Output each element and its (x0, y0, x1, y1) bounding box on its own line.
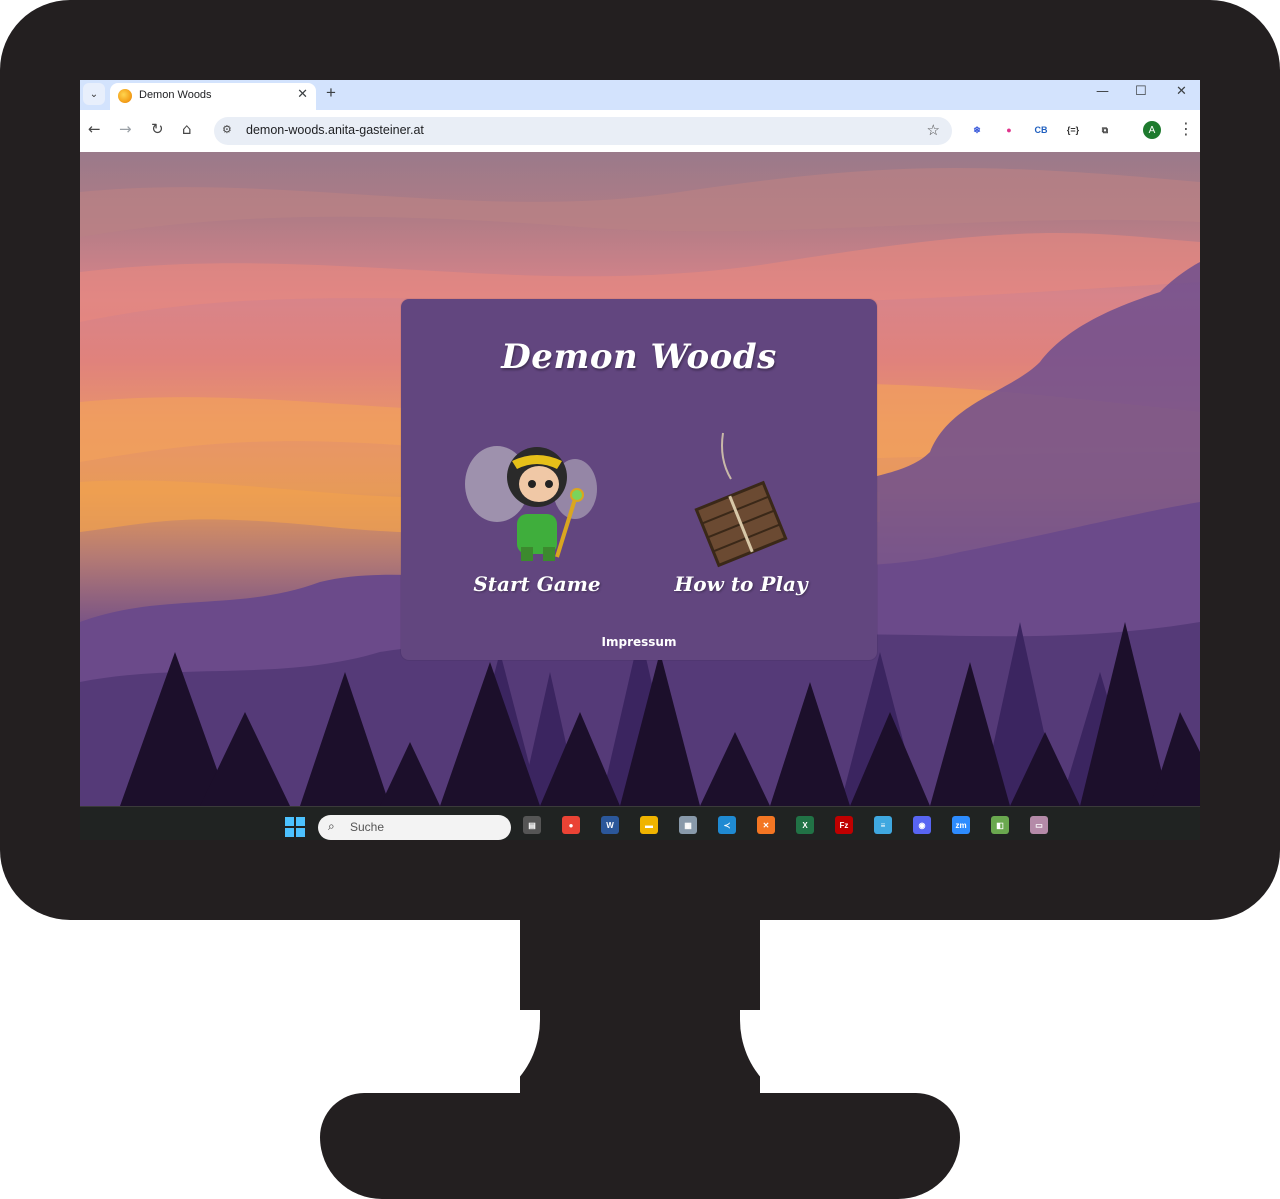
reload-button[interactable]: ↻ (151, 120, 164, 138)
windows-taskbar: ⌕ Suche ▤ ● W ▬ ▦ ≺ ✕ X Fz ≡ ◉ zm ◧ ▭ (80, 806, 1200, 840)
bookmark-star-icon[interactable]: ☆ (927, 121, 940, 139)
monitor-base (320, 1093, 960, 1199)
excel-icon[interactable]: X (796, 816, 814, 834)
maximize-button[interactable]: ☐ (1135, 84, 1147, 99)
tab-close-icon[interactable]: ✕ (297, 87, 308, 102)
file-explorer-icon[interactable]: ▬ (640, 816, 658, 834)
new-tab-button[interactable]: + (326, 83, 336, 103)
game-title: Demon Woods (501, 337, 777, 377)
how-to-play-label[interactable]: How to Play (661, 572, 821, 596)
how-to-play-button[interactable]: How to Play (661, 429, 821, 609)
crate-icon (694, 432, 788, 568)
filezilla-icon[interactable]: Fz (835, 816, 853, 834)
search-icon: ⌕ (328, 819, 335, 833)
tab-search-button[interactable]: ⌄ (83, 83, 105, 105)
ext-json-icon[interactable]: {=} (1065, 122, 1081, 138)
url-text[interactable]: demon-woods.anita-gasteiner.at (246, 123, 424, 137)
ext-snowflake-icon[interactable]: ❄ (969, 122, 985, 138)
minimize-button[interactable]: — (1096, 84, 1109, 99)
screen: ⌄ Demon Woods ✕ + — ☐ ✕ ← → ↻ ⌂ ⚙ demon-… (80, 80, 1200, 840)
notepad-icon[interactable]: ≡ (874, 816, 892, 834)
start-game-button[interactable]: Start Game (457, 429, 617, 609)
chrome-icon[interactable]: ● (562, 816, 580, 834)
vscode-icon[interactable]: ≺ (718, 816, 736, 834)
windows-start-icon[interactable] (285, 817, 305, 837)
browser-tabstrip: ⌄ Demon Woods ✕ + — ☐ ✕ (80, 80, 1200, 110)
zoom-icon[interactable]: zm (952, 816, 970, 834)
media-icon[interactable]: ▭ (1030, 816, 1048, 834)
address-bar[interactable]: ⚙ demon-woods.anita-gasteiner.at ☆ (214, 117, 952, 145)
word-icon[interactable]: W (601, 816, 619, 834)
close-window-button[interactable]: ✕ (1176, 84, 1187, 99)
monitor-neck (520, 900, 760, 1110)
favicon-icon (118, 89, 132, 103)
profile-avatar[interactable]: A (1143, 121, 1161, 139)
main-menu-card: Demon Woods Start Game How to Play Impre… (401, 299, 877, 660)
start-game-label[interactable]: Start Game (457, 572, 617, 596)
ext-color-wheel-icon[interactable]: ● (1001, 122, 1017, 138)
impressum-link[interactable]: Impressum (401, 635, 877, 649)
task-view-icon[interactable]: ▤ (523, 816, 541, 834)
discord-icon[interactable]: ◉ (913, 816, 931, 834)
tab-title: Demon Woods (139, 89, 212, 101)
taskbar-search-box[interactable]: ⌕ Suche (318, 815, 511, 840)
game-page: Demon Woods Start Game How to Play Impre… (80, 152, 1200, 806)
browser-menu-icon[interactable]: ⋮ (1178, 119, 1194, 138)
fairy-character-icon (465, 446, 597, 561)
taskbar-search-placeholder: Suche (350, 820, 385, 834)
app-icon[interactable]: ◧ (991, 816, 1009, 834)
forward-button[interactable]: → (119, 120, 132, 138)
xampp-icon[interactable]: ✕ (757, 816, 775, 834)
ext-puzzle-icon[interactable]: ⧉ (1097, 122, 1113, 138)
browser-tab[interactable]: Demon Woods ✕ (110, 83, 316, 110)
browser-toolbar: ← → ↻ ⌂ ⚙ demon-woods.anita-gasteiner.at… (80, 110, 1200, 153)
calculator-icon[interactable]: ▦ (679, 816, 697, 834)
back-button[interactable]: ← (88, 120, 101, 138)
ext-cookie-icon[interactable]: CB (1033, 122, 1049, 138)
site-info-icon[interactable]: ⚙ (222, 123, 232, 136)
home-button[interactable]: ⌂ (182, 120, 192, 138)
